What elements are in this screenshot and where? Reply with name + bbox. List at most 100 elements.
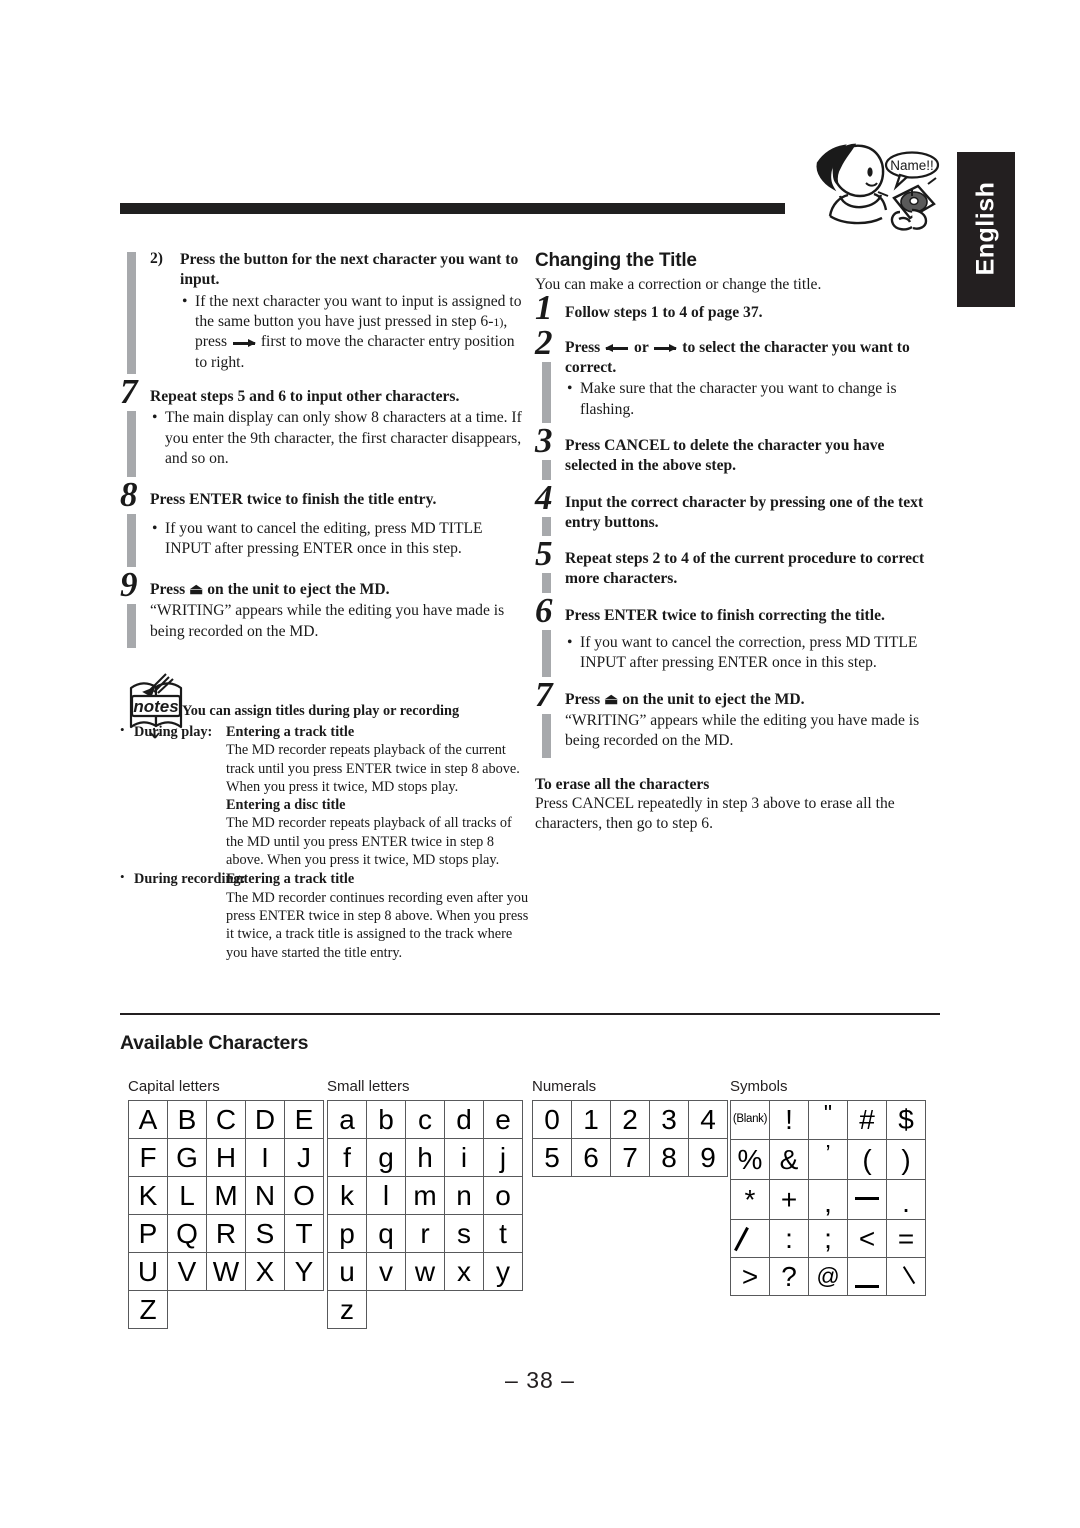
char-cell[interactable]: @ [808,1257,848,1296]
char-cell[interactable]: ! [769,1100,809,1140]
char-cell[interactable]: 4 [688,1100,728,1139]
char-cell[interactable]: T [284,1214,324,1253]
table-group-small-letters: Small letters a b c d e f g h i j k l m … [327,1078,523,1329]
char-cell[interactable]: D [245,1100,285,1139]
char-cell[interactable]: 2 [610,1100,650,1139]
char-cell[interactable]: < [847,1219,887,1258]
char-cell[interactable]: k [327,1176,367,1215]
step-heading-mid: or [634,338,649,356]
step-bullet: The main display can only show 8 charact… [150,408,525,469]
char-cell[interactable]: c [405,1100,445,1139]
char-cell[interactable]: 0 [532,1100,572,1139]
char-cell[interactable]: Y [284,1252,324,1291]
char-cell[interactable]: S [245,1214,285,1253]
char-cell[interactable]: J [284,1138,324,1177]
char-cell-blank[interactable]: (Blank) [730,1100,770,1140]
step-number: 6 [535,590,553,630]
char-cell[interactable]: V [167,1252,207,1291]
char-cell[interactable]: n [444,1176,484,1215]
char-cell[interactable]: % [730,1139,770,1180]
char-cell[interactable]: C [206,1100,246,1139]
char-cell[interactable]: M [206,1176,246,1215]
char-cell[interactable]: # [847,1100,887,1140]
table-label: Symbols [730,1078,788,1095]
char-cell[interactable]: 7 [610,1138,650,1177]
char-cell[interactable]: X [245,1252,285,1291]
char-cell[interactable]: F [128,1138,168,1177]
char-cell[interactable]: N [245,1176,285,1215]
char-cell[interactable]: z [327,1290,367,1329]
step-heading: Press ENTER twice to finish correcting t… [565,606,885,624]
char-cell[interactable]: t [483,1214,523,1253]
char-cell[interactable]: e [483,1100,523,1139]
char-cell[interactable]: + [769,1179,809,1220]
char-cell[interactable]: Z [128,1290,168,1329]
char-cell[interactable]: & [769,1139,809,1180]
char-cell-emdash[interactable] [847,1179,887,1220]
char-cell[interactable]: = [886,1219,926,1258]
char-cell[interactable]: L [167,1176,207,1215]
char-cell[interactable]: v [366,1252,406,1291]
char-cell[interactable]: 9 [688,1138,728,1177]
char-cell[interactable]: u [327,1252,367,1291]
table-row: k l m n o [327,1176,523,1215]
right-arrow-icon [231,337,257,349]
char-cell[interactable]: d [444,1100,484,1139]
char-cell[interactable]: $ [886,1100,926,1140]
char-cell[interactable]: r [405,1214,445,1253]
char-cell[interactable]: 3 [649,1100,689,1139]
char-cell[interactable]: A [128,1100,168,1139]
char-cell[interactable]: B [167,1100,207,1139]
char-cell[interactable]: 6 [571,1138,611,1177]
char-cell[interactable]: m [405,1176,445,1215]
char-cell[interactable]: : [769,1219,809,1258]
char-cell[interactable]: o [483,1176,523,1215]
char-cell-backslash[interactable] [886,1257,926,1296]
char-cell-slash[interactable] [730,1219,770,1258]
char-cell[interactable]: s [444,1214,484,1253]
char-cell[interactable]: q [366,1214,406,1253]
char-cell[interactable]: y [483,1252,523,1291]
char-cell[interactable]: W [206,1252,246,1291]
notes-title: You can assign titles during play or rec… [182,703,460,719]
char-cell[interactable]: f [327,1138,367,1177]
char-cell[interactable]: b [366,1100,406,1139]
char-cell[interactable]: p [327,1214,367,1253]
char-cell[interactable]: a [327,1100,367,1139]
char-cell[interactable]: ’ [808,1139,848,1180]
char-cell[interactable]: * [730,1179,770,1220]
char-cell[interactable]: Q [167,1214,207,1253]
char-cell[interactable]: H [206,1138,246,1177]
char-cell[interactable]: w [405,1252,445,1291]
step-number: 4 [535,477,553,517]
char-cell[interactable]: 8 [649,1138,689,1177]
char-cell[interactable]: . [886,1179,926,1220]
char-cell[interactable]: P [128,1214,168,1253]
step-heading: Press ENTER twice to finish the title en… [150,490,437,508]
char-cell[interactable]: i [444,1138,484,1177]
char-cell[interactable]: ( [847,1139,887,1180]
char-cell[interactable]: 1 [571,1100,611,1139]
char-cell[interactable]: h [405,1138,445,1177]
char-cell[interactable]: j [483,1138,523,1177]
char-cell[interactable]: " [808,1100,848,1140]
char-cell[interactable]: K [128,1176,168,1215]
char-cell-empty [246,1291,285,1329]
char-cell[interactable]: g [366,1138,406,1177]
char-cell[interactable]: R [206,1214,246,1253]
char-cell[interactable]: ; [808,1219,848,1258]
char-cell[interactable]: E [284,1100,324,1139]
symbols-table: (Blank) ! " # $ % & ’ ( ) * + , .: ; < … [730,1100,926,1296]
char-cell[interactable]: I [245,1138,285,1177]
char-cell[interactable]: G [167,1138,207,1177]
char-cell[interactable]: x [444,1252,484,1291]
char-cell[interactable]: l [366,1176,406,1215]
char-cell[interactable]: , [808,1179,848,1220]
char-cell[interactable]: 5 [532,1138,572,1177]
char-cell-underscore[interactable] [847,1257,887,1296]
char-cell[interactable]: > [730,1257,770,1296]
char-cell[interactable]: ? [769,1257,809,1296]
char-cell[interactable]: ) [886,1139,926,1180]
char-cell[interactable]: U [128,1252,168,1291]
char-cell[interactable]: O [284,1176,324,1215]
